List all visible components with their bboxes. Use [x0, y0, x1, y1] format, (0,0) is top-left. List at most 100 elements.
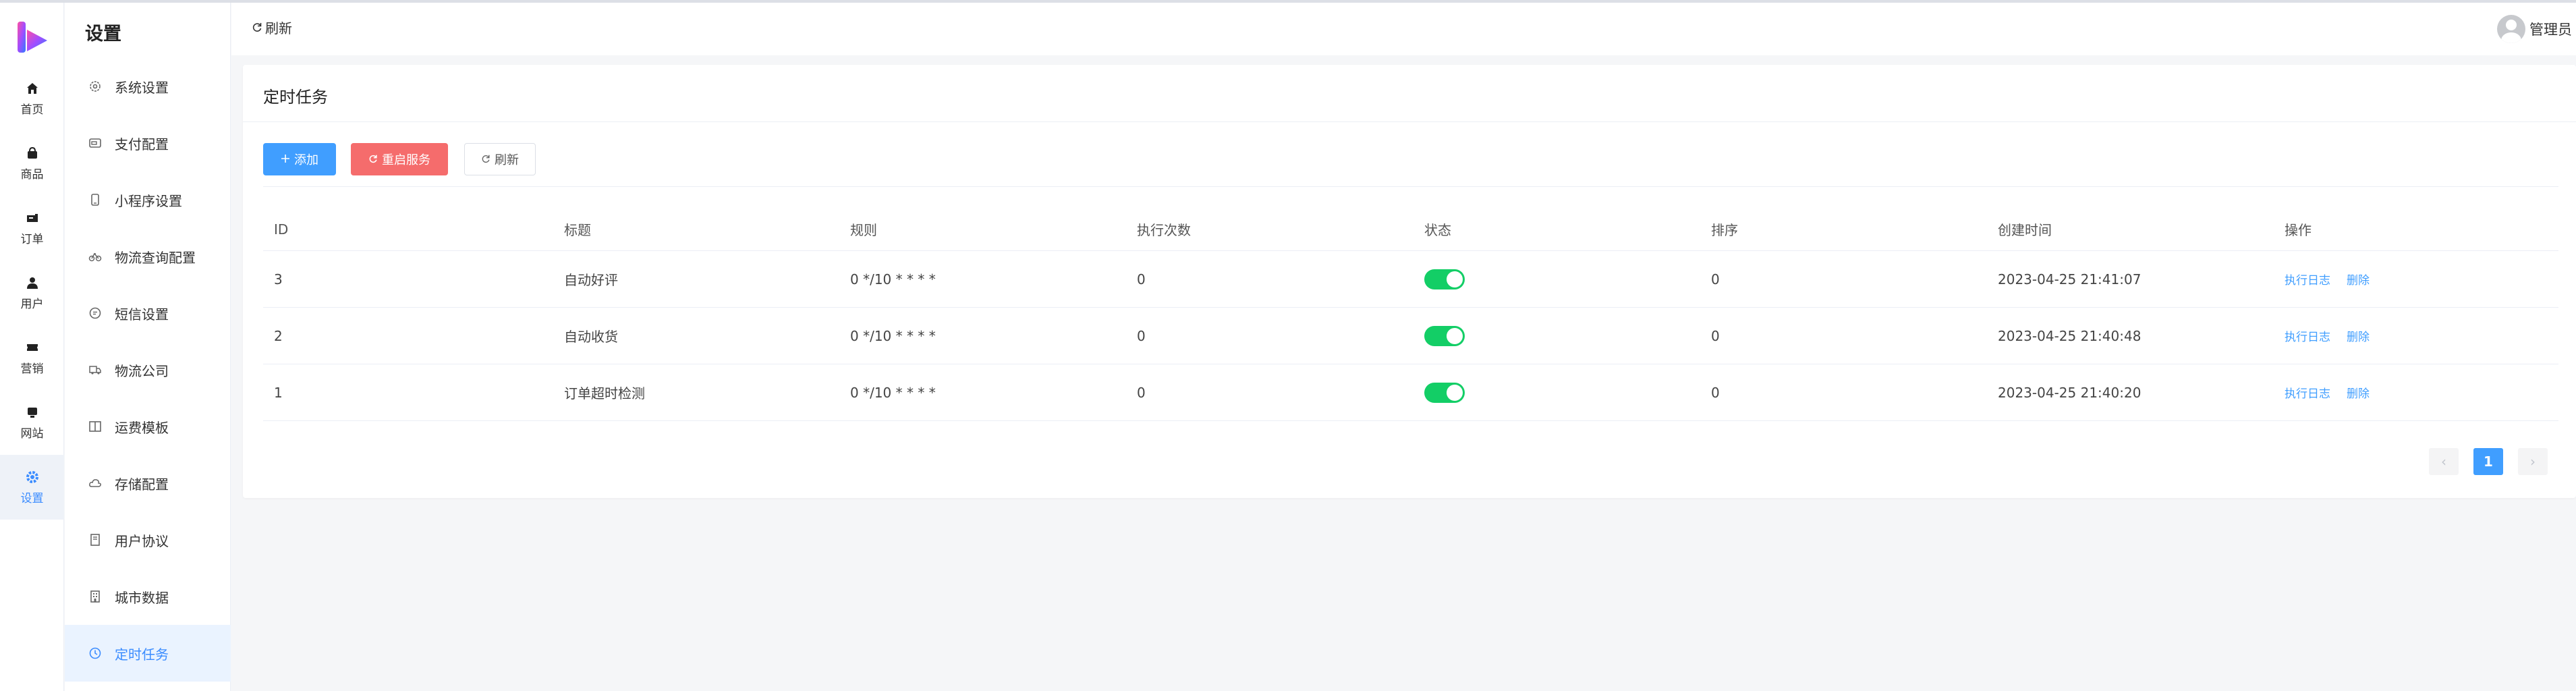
clock-icon — [88, 646, 103, 661]
nav-item-goods[interactable]: 商品 — [0, 131, 64, 196]
refresh-icon — [252, 20, 262, 36]
delete-link[interactable]: 删除 — [2347, 271, 2370, 287]
column-header-id: ID — [274, 208, 288, 250]
cell-title: 自动好评 — [564, 251, 618, 307]
page-title: 定时任务 — [263, 84, 328, 107]
next-page-button[interactable]: › — [2518, 448, 2548, 475]
cell-status — [1424, 308, 1465, 364]
cell-id: 1 — [274, 364, 283, 420]
header-refresh-button[interactable]: 刷新 — [252, 18, 292, 37]
user-menu[interactable]: 管理员 — [2497, 15, 2572, 43]
divider — [243, 121, 2576, 122]
sidebar-item-logistics-company[interactable]: 物流公司 — [65, 341, 231, 398]
pagination: ‹ 1 › — [2429, 448, 2548, 475]
top-header: 刷新 管理员 — [231, 3, 2576, 55]
column-header-status: 状态 — [1424, 208, 1451, 250]
sidebar-title: 设置 — [85, 19, 121, 45]
gear-icon — [25, 470, 40, 485]
truck-icon — [88, 362, 103, 377]
refresh-button-label: 刷新 — [495, 150, 519, 168]
cell-created: 2023-04-25 21:41:07 — [1998, 251, 2141, 307]
sidebar-item-scheduled-tasks[interactable]: 定时任务 — [65, 625, 231, 682]
cell-created: 2023-04-25 21:40:48 — [1998, 308, 2141, 364]
building-icon — [88, 589, 103, 604]
sidebar-item-label: 小程序设置 — [115, 190, 182, 210]
app-logo — [16, 20, 50, 55]
sidebar-item-label: 短信设置 — [115, 304, 169, 323]
cell-rule: 0 */10 * * * * — [850, 308, 936, 364]
column-header-rule: 规则 — [850, 208, 877, 250]
user-icon — [25, 275, 40, 290]
cell-sort: 0 — [1711, 364, 1720, 420]
sidebar-item-miniprogram[interactable]: 小程序设置 — [65, 171, 231, 228]
delete-link[interactable]: 删除 — [2347, 327, 2370, 344]
sidebar-item-system-settings[interactable]: 系统设置 — [65, 58, 231, 115]
refresh-button[interactable]: 刷新 — [464, 143, 536, 175]
nav-item-website[interactable]: 网站 — [0, 390, 64, 455]
table-row: 2 自动收货 0 */10 * * * * 0 0 2023-04-25 21:… — [263, 308, 2558, 364]
sidebar-item-storage[interactable]: 存储配置 — [65, 455, 231, 512]
sidebar-item-shipping-template[interactable]: 运费模板 — [65, 398, 231, 455]
avatar — [2497, 15, 2525, 43]
refresh-icon — [368, 153, 378, 167]
restart-service-button[interactable]: 重启服务 — [351, 143, 448, 175]
add-button[interactable]: 添加 — [263, 143, 336, 175]
column-header-count: 执行次数 — [1137, 208, 1191, 250]
prev-page-button[interactable]: ‹ — [2429, 448, 2459, 475]
sidebar-item-city-data[interactable]: 城市数据 — [65, 568, 231, 625]
sidebar-item-label: 物流查询配置 — [115, 247, 196, 267]
cell-actions: 执行日志 删除 — [2285, 308, 2386, 364]
delete-link[interactable]: 删除 — [2347, 384, 2370, 401]
nav-label: 订单 — [21, 229, 44, 246]
nav-item-users[interactable]: 用户 — [0, 260, 64, 325]
column-header-title: 标题 — [564, 208, 591, 250]
sidebar-item-label: 运费模板 — [115, 417, 169, 437]
execution-log-link[interactable]: 执行日志 — [2285, 271, 2330, 287]
nav-item-marketing[interactable]: 营销 — [0, 325, 64, 390]
nav-item-home[interactable]: 首页 — [0, 66, 64, 131]
nav-rail: 首页 商品 订单 用户 营销 网站 设置 — [0, 3, 64, 691]
book-icon — [88, 419, 103, 434]
document-icon — [88, 532, 103, 547]
sidebar-item-label: 用户协议 — [115, 530, 169, 550]
cell-id: 3 — [274, 251, 283, 307]
cell-actions: 执行日志 删除 — [2285, 364, 2386, 420]
sidebar-item-sms[interactable]: 短信设置 — [65, 285, 231, 341]
cell-actions: 执行日志 删除 — [2285, 251, 2386, 307]
cell-count: 0 — [1137, 308, 1146, 364]
bicycle-icon — [88, 249, 103, 264]
monitor-icon — [25, 405, 40, 420]
sidebar-item-logistics-query[interactable]: 物流查询配置 — [65, 228, 231, 285]
user-name: 管理员 — [2529, 19, 2572, 39]
table-header-row: ID 标题 规则 执行次数 状态 排序 创建时间 操作 — [263, 208, 2558, 251]
nav-item-settings[interactable]: 设置 — [0, 455, 64, 520]
sidebar-item-label: 存储配置 — [115, 474, 169, 493]
execution-log-link[interactable]: 执行日志 — [2285, 327, 2330, 344]
cell-count: 0 — [1137, 251, 1146, 307]
sidebar-item-user-agreement[interactable]: 用户协议 — [65, 512, 231, 568]
nav-item-orders[interactable]: 订单 — [0, 196, 64, 260]
cell-sort: 0 — [1711, 308, 1720, 364]
tasks-table: ID 标题 规则 执行次数 状态 排序 创建时间 操作 3 自动好评 0 */1… — [263, 208, 2558, 421]
phone-icon — [88, 192, 103, 207]
status-switch[interactable] — [1424, 269, 1465, 289]
table-row: 1 订单超时检测 0 */10 * * * * 0 0 2023-04-25 2… — [263, 364, 2558, 421]
coupon-icon — [25, 340, 40, 355]
wallet-icon — [88, 136, 103, 150]
cell-id: 2 — [274, 308, 283, 364]
nav-label: 首页 — [21, 100, 44, 117]
cell-created: 2023-04-25 21:40:20 — [1998, 364, 2141, 420]
status-switch[interactable] — [1424, 383, 1465, 403]
page-button-current[interactable]: 1 — [2473, 448, 2503, 475]
sidebar-item-payment[interactable]: 支付配置 — [65, 115, 231, 171]
column-header-sort: 排序 — [1711, 208, 1738, 250]
column-header-actions: 操作 — [2285, 208, 2312, 250]
status-switch[interactable] — [1424, 326, 1465, 346]
column-header-created: 创建时间 — [1998, 208, 2052, 250]
plus-icon — [281, 153, 290, 167]
cloud-icon — [88, 476, 103, 491]
sidebar-item-label: 定时任务 — [115, 644, 169, 663]
ticket-icon — [25, 211, 40, 225]
execution-log-link[interactable]: 执行日志 — [2285, 384, 2330, 401]
scheduled-tasks-panel: 定时任务 添加 重启服务 刷新 ID 标题 规则 执行次数 状态 排序 创建时间… — [243, 65, 2576, 498]
